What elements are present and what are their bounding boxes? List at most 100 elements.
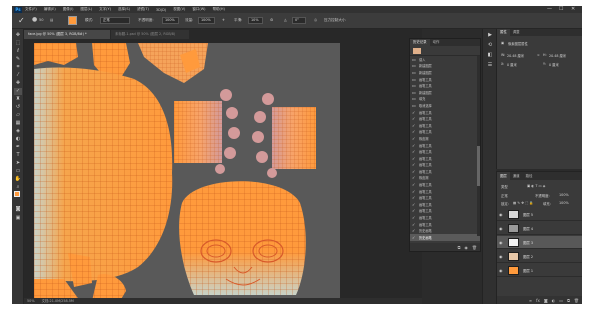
history-item[interactable]: ✓ 画笔工具	[410, 148, 480, 155]
history-item[interactable]: ✓ 画笔工具	[410, 201, 480, 208]
history-item[interactable]: ✓ 画笔工具	[410, 162, 480, 169]
menu-3d[interactable]: 3D(D)	[156, 8, 166, 12]
menu-image[interactable]: 图像(I)	[63, 7, 74, 12]
history-item[interactable]: ✓ 历史画笔	[410, 227, 480, 234]
eyedropper-icon[interactable]: ⁄	[14, 72, 22, 79]
crop-icon[interactable]: ⌗	[14, 64, 22, 71]
brush-icon[interactable]: ✓	[14, 88, 22, 95]
mode-select[interactable]: 正常	[100, 17, 130, 24]
y-field[interactable]: 0 厘米	[549, 62, 559, 67]
history-item[interactable]: ▭ 新建图层	[410, 69, 480, 76]
screen-mode-icon[interactable]: ▣	[14, 215, 22, 222]
menu-select[interactable]: 选择(S)	[118, 7, 130, 12]
tab-layers[interactable]: 图层	[497, 172, 510, 180]
eye-icon[interactable]: ◉	[499, 268, 503, 273]
lasso-icon[interactable]: ℓ	[14, 48, 22, 55]
menu-filter[interactable]: 滤镜(T)	[137, 7, 149, 12]
history-item[interactable]: ✓ 历史画笔	[410, 234, 480, 241]
document-tab-active[interactable]: face.jpg @ 50% (图层 3, RGB/8#) *	[24, 30, 110, 39]
play-icon[interactable]: ▶	[486, 32, 494, 39]
tab-channels[interactable]: 通道	[510, 172, 523, 180]
history-item[interactable]: ✓ 画笔工具	[410, 188, 480, 195]
hand-icon[interactable]: ✋	[14, 176, 22, 183]
height-field[interactable]: 20.48 厘米	[549, 53, 566, 58]
pen-icon[interactable]: ✒	[14, 144, 22, 151]
menu-view[interactable]: 视图(V)	[173, 7, 185, 12]
history-item[interactable]: ▭ 载入	[410, 56, 480, 63]
brush-tool-icon[interactable]: ✓	[18, 16, 25, 25]
eye-icon[interactable]: ◉	[499, 240, 503, 245]
trash-icon[interactable]: 🗑	[574, 298, 579, 303]
history-item[interactable]: ✓ 橡皮擦	[410, 135, 480, 142]
history-item[interactable]: ✓ 画笔工具	[410, 221, 480, 228]
zoom-icon[interactable]: ⌕	[14, 184, 22, 191]
new-document-icon[interactable]: ⧉	[458, 245, 461, 250]
mask-icon[interactable]: ◙	[544, 298, 548, 303]
folder-icon[interactable]: ▭	[559, 298, 563, 303]
move-icon[interactable]: ✥	[14, 32, 22, 39]
angle-field[interactable]: 0°	[292, 17, 306, 24]
document-tab[interactable]: 未标题-1.psd @ 50% (图层 2, RGB/8)	[111, 30, 189, 39]
eye-icon[interactable]: ◉	[499, 226, 503, 231]
marquee-icon[interactable]: ⬚	[14, 40, 22, 47]
brush-preset-icon[interactable]: ●	[32, 16, 37, 23]
history-item[interactable]: ✓ 画笔工具	[410, 214, 480, 221]
menu-help[interactable]: 帮助(H)	[213, 7, 225, 12]
foreground-color-swatch[interactable]	[14, 191, 20, 197]
menu-window[interactable]: 窗口(W)	[192, 7, 205, 12]
history-scrollbar[interactable]	[477, 56, 480, 236]
history-item[interactable]: ✓ 画笔工具	[410, 155, 480, 162]
quick-select-icon[interactable]: ✎	[14, 56, 22, 63]
history-item[interactable]: ✓ 画笔工具	[410, 115, 480, 122]
history-item[interactable]: ✓ 画笔工具	[410, 129, 480, 136]
history-item[interactable]: ✓ 画笔工具	[410, 142, 480, 149]
history-snapshot[interactable]	[410, 46, 480, 56]
history-item[interactable]: ▭ 新建图层	[410, 63, 480, 70]
minimize-button[interactable]: —	[547, 6, 552, 13]
zoom-readout[interactable]: 50%	[27, 299, 35, 303]
menu-layer[interactable]: 图层(L)	[80, 7, 92, 12]
history-item[interactable]: ✓ 画笔工具	[410, 109, 480, 116]
width-field[interactable]: 20.48 厘米	[507, 53, 524, 58]
brush-size-value[interactable]: 50	[39, 18, 44, 22]
healing-icon[interactable]: ✚	[14, 80, 22, 87]
history-item[interactable]: ▭ 画笔工具	[410, 76, 480, 83]
camera-icon[interactable]: ◉	[464, 245, 468, 250]
type-icon[interactable]: T	[14, 152, 22, 159]
layer-filter-select[interactable]: 类型	[501, 184, 508, 189]
history-item[interactable]: ✓ 画笔工具	[410, 181, 480, 188]
smoothing-field[interactable]: 10%	[248, 17, 263, 24]
layer-row[interactable]: ◉ 图层 4	[497, 222, 582, 235]
history-item[interactable]: ▭ 填充	[410, 96, 480, 103]
fill-field[interactable]: 100%	[559, 201, 569, 205]
close-window-button[interactable]: ✕	[571, 6, 575, 13]
opacity-field[interactable]: 100%	[162, 17, 179, 24]
shape-icon[interactable]: ▭	[14, 168, 22, 175]
path-select-icon[interactable]: ➤	[14, 160, 22, 167]
history-item[interactable]: ▭ 取消选择	[410, 102, 480, 109]
uv-texture-canvas[interactable]	[34, 43, 340, 301]
lock-icons[interactable]: ▦ ✎ ✥ ⬚ 🔒	[513, 201, 534, 205]
menu-edit[interactable]: 编辑(E)	[44, 7, 56, 12]
pressure-icon[interactable]: ◎	[314, 18, 317, 22]
trash-icon[interactable]: 🗑	[472, 245, 477, 250]
eye-icon[interactable]: ◉	[499, 212, 503, 217]
link-layers-icon[interactable]: ∞	[529, 298, 532, 303]
blur-icon[interactable]: ◈	[14, 128, 22, 135]
menu-type[interactable]: 文字(Y)	[99, 7, 111, 12]
filter-icons[interactable]: ▣ ◐ T ▭ ◈	[527, 184, 545, 188]
color-icon[interactable]: ◧	[486, 52, 494, 59]
new-layer-icon[interactable]: ⧉	[567, 298, 570, 303]
brush-panel-icon[interactable]: ▤	[50, 18, 53, 22]
history-item[interactable]: ✓ 画笔工具	[410, 168, 480, 175]
canvas-area[interactable]	[24, 39, 422, 301]
history-item[interactable]: ✓ 画笔工具	[410, 208, 480, 215]
tab-adjustments[interactable]: 调整	[510, 29, 523, 36]
color-swatch[interactable]	[68, 16, 77, 25]
stamp-icon[interactable]: ♜	[14, 96, 22, 103]
airbrush-icon[interactable]: ✈	[222, 18, 225, 22]
link-icon[interactable]: ∞	[537, 53, 540, 57]
history-item[interactable]: ✓ 画笔工具	[410, 194, 480, 201]
tab-history[interactable]: 历史记录	[410, 39, 430, 46]
adjustment-layer-icon[interactable]: ◐	[552, 298, 556, 303]
